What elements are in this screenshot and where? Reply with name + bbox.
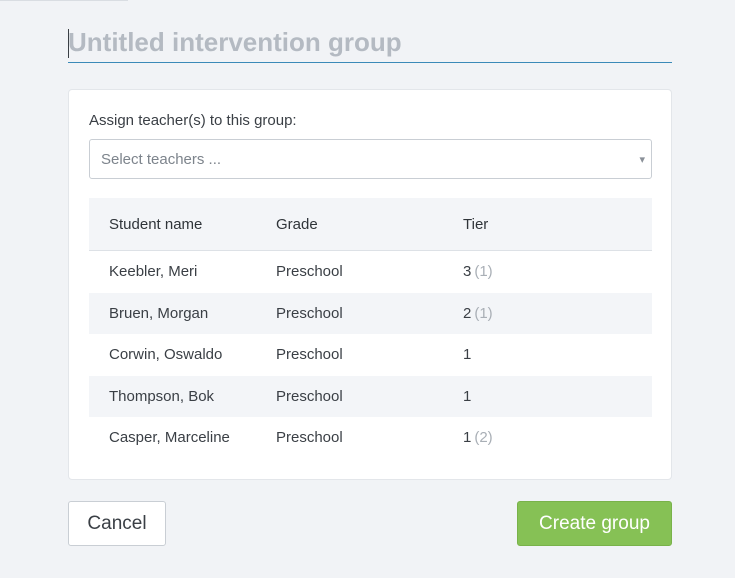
teacher-select[interactable]: Select teachers ... ▾ [89,139,652,179]
table-header: Student name Grade Tier [89,198,652,251]
group-name-input[interactable] [68,26,672,63]
student-grade: Preschool [276,263,343,281]
table-row: Corwin, Oswaldo Preschool 1 [89,334,652,376]
student-grade: Preschool [276,429,343,447]
student-tier: 3 (1) [463,263,652,280]
student-tier: 1 [463,346,652,363]
tier-previous: (2) [474,429,493,447]
tier-value: 1 [463,387,472,405]
column-header-tier[interactable]: Tier [463,216,652,233]
tier-value: 3 [463,263,472,281]
tier-value: 1 [463,429,472,447]
text-caret [68,29,69,58]
tier-value: 1 [463,346,472,364]
column-header-student-name[interactable]: Student name [89,216,276,233]
table-row: Keebler, Meri Preschool 3 (1) [89,251,652,293]
student-grade: Preschool [276,387,343,405]
student-grade: Preschool [276,304,343,322]
column-header-grade[interactable]: Grade [276,216,463,233]
cancel-button[interactable]: Cancel [68,501,166,546]
tier-previous: (1) [474,263,493,281]
student-name: Keebler, Meri [109,263,198,281]
top-divider [0,0,128,1]
tier-previous: (1) [474,304,493,322]
table-row: Casper, Marceline Preschool 1 (2) [89,417,652,459]
student-name: Bruen, Morgan [109,304,209,322]
assign-teachers-label: Assign teacher(s) to this group: [89,112,297,129]
students-table: Student name Grade Tier Keebler, Meri Pr… [89,198,652,459]
student-tier: 2 (1) [463,305,652,322]
table-row: Bruen, Morgan Preschool 2 (1) [89,292,652,334]
teacher-select-placeholder: Select teachers ... [101,150,222,168]
chevron-down-icon[interactable]: ▾ [639,153,645,166]
student-name: Thompson, Bok [109,387,215,405]
student-name: Corwin, Oswaldo [109,346,223,364]
tier-value: 2 [463,304,472,322]
create-group-button[interactable]: Create group [517,501,672,546]
student-tier: 1 [463,388,652,405]
student-grade: Preschool [276,346,343,364]
student-name: Casper, Marceline [109,429,230,447]
student-tier: 1 (2) [463,429,652,446]
group-form-card: Assign teacher(s) to this group: Select … [68,89,672,480]
table-row: Thompson, Bok Preschool 1 [89,375,652,417]
